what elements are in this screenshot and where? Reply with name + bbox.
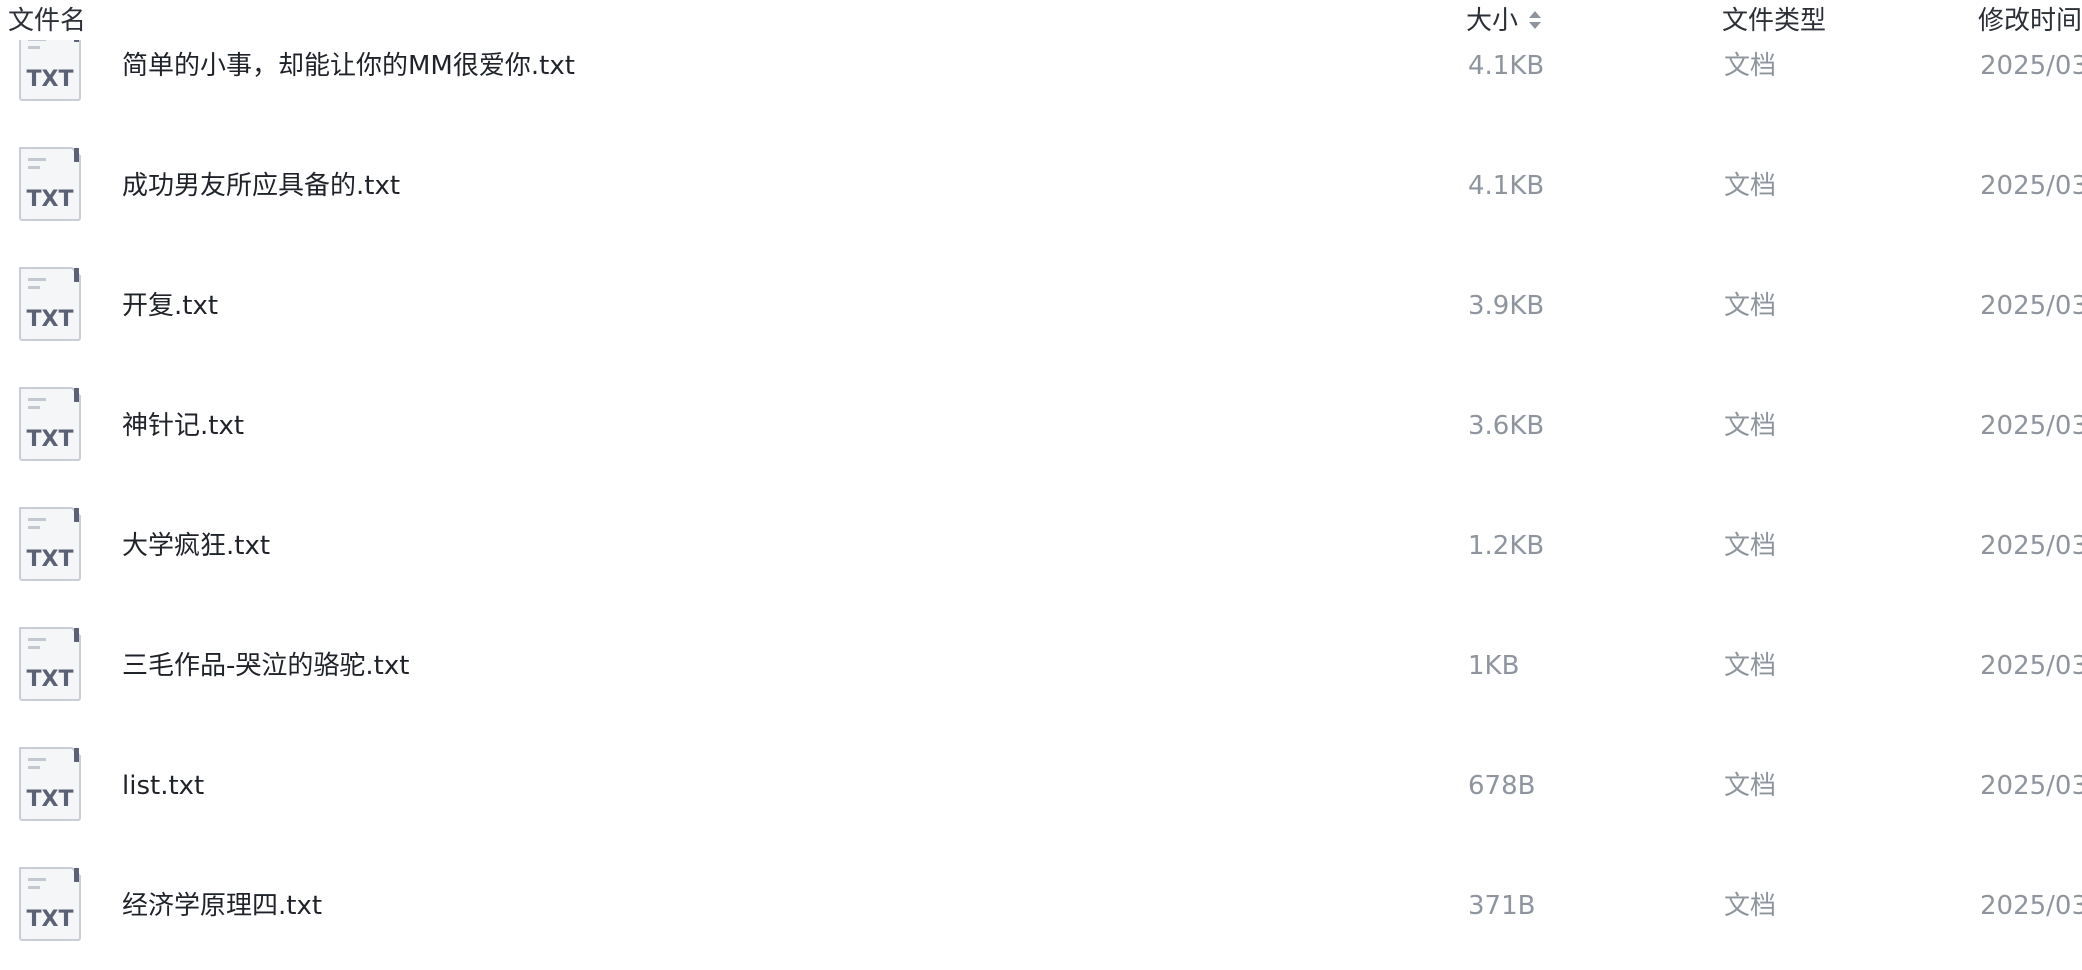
file-type: 文档 [1724, 771, 1777, 801]
file-row[interactable]: TXT 成功男友所应具备的.txt 4.1KB 文档 2025/03/ [0, 126, 2082, 246]
file-modified-time: 2025/03/ [1980, 651, 2082, 681]
column-header-size-label: 大小 [1466, 6, 1519, 36]
file-name[interactable]: 神针记.txt [122, 409, 244, 443]
file-modified-time: 2025/03/ [1980, 291, 2082, 321]
file-list-header: 文件名 大小 文件类型 修改时间 [0, 0, 2082, 40]
file-type: 文档 [1724, 891, 1777, 921]
file-size: 3.6KB [1468, 411, 1545, 441]
txt-icon-label: TXT [27, 427, 74, 452]
txt-icon-label: TXT [27, 307, 74, 332]
file-row[interactable]: TXT list.txt 678B 文档 2025/03/ [0, 726, 2082, 846]
file-size: 1.2KB [1468, 531, 1545, 561]
file-size: 1KB [1468, 651, 1520, 681]
file-size: 371B [1468, 891, 1536, 921]
file-modified-time: 2025/03/ [1980, 891, 2082, 921]
txt-icon-label: TXT [27, 667, 74, 692]
file-name[interactable]: list.txt [122, 769, 204, 803]
txt-icon-label: TXT [27, 907, 74, 932]
file-type: 文档 [1724, 291, 1777, 321]
txt-file-icon: TXT [19, 267, 81, 341]
file-row[interactable]: TXT 大学疯狂.txt 1.2KB 文档 2025/03/ [0, 486, 2082, 606]
txt-icon-label: TXT [27, 187, 74, 212]
file-modified-time: 2025/03/ [1980, 531, 2082, 561]
file-row[interactable]: TXT 三毛作品-哭泣的骆驼.txt 1KB 文档 2025/03/ [0, 606, 2082, 726]
file-modified-time: 2025/03/ [1980, 771, 2082, 801]
file-type: 文档 [1724, 171, 1777, 201]
file-name[interactable]: 开复.txt [122, 289, 218, 323]
file-name[interactable]: 经济学原理四.txt [122, 889, 322, 923]
file-name[interactable]: 三毛作品-哭泣的骆驼.txt [122, 649, 409, 683]
txt-file-icon: TXT [19, 387, 81, 461]
file-name[interactable]: 简单的小事，却能让你的MM很爱你.txt [122, 49, 575, 83]
txt-file-icon: TXT [19, 627, 81, 701]
file-modified-time: 2025/03/ [1980, 171, 2082, 201]
file-name[interactable]: 成功男友所应具备的.txt [122, 169, 400, 203]
file-name[interactable]: 大学疯狂.txt [122, 529, 270, 563]
txt-icon-label: TXT [27, 787, 74, 812]
file-list: TXT 简单的小事，却能让你的MM很爱你.txt 4.1KB 文档 2025/0… [0, 0, 2082, 970]
txt-file-icon: TXT [19, 747, 81, 821]
file-size: 678B [1468, 771, 1536, 801]
file-row[interactable]: TXT 经济学原理四.txt 371B 文档 2025/03/ [0, 846, 2082, 966]
file-row[interactable]: TXT 神针记.txt 3.6KB 文档 2025/03/ [0, 366, 2082, 486]
txt-file-icon: TXT [19, 147, 81, 221]
file-type: 文档 [1724, 411, 1777, 441]
txt-icon-label: TXT [27, 67, 74, 92]
file-type: 文档 [1724, 531, 1777, 561]
file-size: 4.1KB [1468, 51, 1545, 81]
file-size: 3.9KB [1468, 291, 1545, 321]
column-header-type[interactable]: 文件类型 [1722, 4, 1826, 38]
column-header-size[interactable]: 大小 [1466, 4, 1542, 38]
file-type: 文档 [1724, 651, 1777, 681]
txt-icon-label: TXT [27, 547, 74, 572]
txt-file-icon: TXT [19, 867, 81, 941]
txt-file-icon: TXT [19, 507, 81, 581]
file-row[interactable]: TXT 开复.txt 3.9KB 文档 2025/03/ [0, 246, 2082, 366]
column-header-name[interactable]: 文件名 [8, 4, 86, 38]
file-modified-time: 2025/03/ [1980, 411, 2082, 441]
file-type: 文档 [1724, 51, 1777, 81]
file-modified-time: 2025/03/ [1980, 51, 2082, 81]
sort-icon[interactable] [1528, 9, 1542, 31]
column-header-modified[interactable]: 修改时间 [1978, 4, 2082, 38]
file-size: 4.1KB [1468, 171, 1545, 201]
